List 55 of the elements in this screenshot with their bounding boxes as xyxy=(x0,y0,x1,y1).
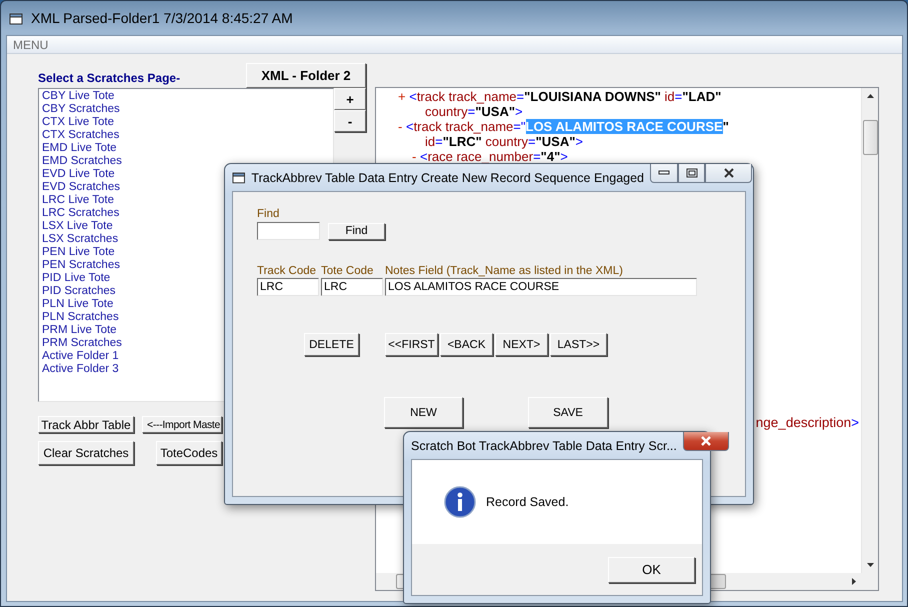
find-field[interactable] xyxy=(257,222,320,240)
menu-item[interactable]: MENU xyxy=(11,38,50,52)
scrollbar-thumb[interactable] xyxy=(862,120,878,155)
list-item[interactable]: CBY Live Tote xyxy=(41,90,331,103)
dialog-title: TrackAbbrev Table Data Entry Create New Record Sequence Engaged xyxy=(251,170,644,184)
xml-line: id="LRC" country="USA"> xyxy=(424,134,584,149)
dialog-title: Scratch Bot TrackAbbrev Table Data Entry Scr... xyxy=(411,438,677,452)
list-item[interactable]: CBY Scratches xyxy=(41,103,331,116)
field-label: Track Code xyxy=(257,265,318,277)
list-item[interactable]: EMD Scratches xyxy=(41,155,331,168)
field-label: Tote Code xyxy=(321,265,374,277)
remove-button[interactable]: - xyxy=(334,110,366,132)
minimize-button[interactable] xyxy=(650,164,678,183)
vertical-scrollbar[interactable] xyxy=(861,88,878,573)
action-button[interactable]: ToteCodes xyxy=(156,441,222,465)
field-label: Notes Field (Track_Name as listed in the XML) xyxy=(385,265,624,277)
save-button[interactable]: SAVE xyxy=(528,397,608,428)
action-button[interactable]: Track Abbr Table xyxy=(38,416,134,433)
info-icon xyxy=(444,486,476,518)
text-field[interactable]: LRC xyxy=(321,278,383,296)
navigation-button[interactable]: NEXT> xyxy=(495,333,548,356)
navigation-button[interactable]: <BACK xyxy=(440,333,493,356)
folder-button[interactable]: XML - Folder 2 xyxy=(246,63,366,88)
window-icon xyxy=(232,171,246,184)
xml-line: - <track track_name="LOS ALAMITOS RACE COURSE" xyxy=(398,119,730,134)
maximize-button[interactable] xyxy=(678,164,705,183)
field-label: Find xyxy=(257,208,280,220)
list-item[interactable]: CTX Live Tote xyxy=(41,116,331,129)
message-text: Record Saved. xyxy=(486,495,569,509)
close-button[interactable] xyxy=(705,164,752,183)
list-item[interactable]: EMD Live Tote xyxy=(41,142,331,155)
xml-line: country="USA"> xyxy=(424,104,524,119)
text-field[interactable]: LOS ALAMITOS RACE COURSE xyxy=(385,278,697,296)
xml-line: - <race race_number="4"> xyxy=(411,149,569,164)
delete-button[interactable]: DELETE xyxy=(304,333,359,356)
add-button[interactable]: + xyxy=(334,88,366,110)
text-field[interactable]: LRC xyxy=(257,278,319,296)
navigation-button[interactable]: <<FIRST xyxy=(385,333,438,356)
list-item[interactable]: CTX Scratches xyxy=(41,129,331,142)
navigation-button[interactable]: LAST>> xyxy=(550,333,607,356)
action-button[interactable]: Clear Scratches xyxy=(38,441,134,465)
find-button[interactable]: Find xyxy=(328,222,385,240)
list-heading: Select a Scratches Page- xyxy=(38,71,180,87)
close-icon xyxy=(722,168,734,178)
close-button[interactable] xyxy=(682,432,729,451)
xml-line: + <track track_name="LOUISIANA DOWNS" id="LAD" xyxy=(398,89,722,104)
action-button[interactable]: <---Import Maste xyxy=(142,416,222,433)
ok-button[interactable]: OK xyxy=(608,556,695,582)
window-icon xyxy=(9,12,23,24)
close-icon xyxy=(700,436,712,446)
minimize-icon xyxy=(658,170,670,176)
new-button[interactable]: NEW xyxy=(384,397,463,428)
maximize-icon xyxy=(686,168,698,178)
xml-line: nge_description> xyxy=(756,415,859,430)
window-title: XML Parsed-Folder1 7/3/2014 8:45:27 AM xyxy=(31,10,293,26)
